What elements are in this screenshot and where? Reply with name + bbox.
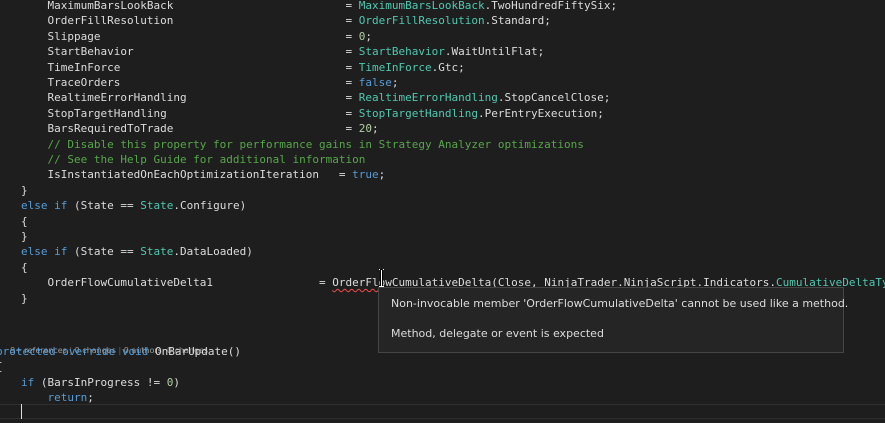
code-token: if <box>21 376 35 389</box>
code-token: = <box>120 60 359 74</box>
code-token: = <box>120 76 359 89</box>
error-message: Non-invocable member 'OrderFlowCumulativ… <box>391 297 849 310</box>
code-token: ; <box>378 168 386 182</box>
code-token: ) <box>173 376 180 389</box>
code-token: (BarsInProgress != <box>34 376 167 389</box>
code-token: .PerEntryExecution; <box>477 106 604 120</box>
text-caret <box>21 404 22 419</box>
code-token: MaximumBarsLookBack <box>21 0 174 12</box>
code-token: ; <box>365 29 373 43</box>
code-line[interactable]: } <box>21 229 28 244</box>
ibeam-cursor-icon <box>378 268 386 288</box>
code-line[interactable]: else if (State == State.DataLoaded) <box>21 244 253 259</box>
code-token: ; <box>87 391 94 404</box>
code-token: (State == <box>67 199 141 213</box>
code-line[interactable]: RealtimeErrorHandling = RealtimeErrorHan… <box>21 90 610 105</box>
code-token: OrderFillResolution <box>358 14 485 28</box>
error-detail: Method, delegate or event is expected <box>391 327 604 340</box>
code-token: = <box>319 168 353 182</box>
code-line[interactable]: { <box>0 359 3 374</box>
code-token: TimeInForce <box>21 60 121 74</box>
code-token: } <box>21 230 28 243</box>
code-token: .DataLoaded) <box>173 245 253 259</box>
code-token: = <box>173 0 359 12</box>
code-token: State <box>140 245 174 259</box>
code-line[interactable]: MaximumBarsLookBack = MaximumBarsLookBac… <box>21 0 617 13</box>
code-token: StartBehavior <box>21 45 134 59</box>
code-line[interactable]: // See the Help Guide for additional inf… <box>21 152 365 167</box>
code-token: ; <box>372 122 379 136</box>
code-token: = <box>100 29 359 43</box>
code-line[interactable]: return; <box>21 390 94 405</box>
code-token: RealtimeErrorHandling <box>21 91 187 105</box>
code-token: StopTargetHandling <box>358 106 478 120</box>
code-token: = <box>166 106 359 120</box>
code-token: else if <box>21 245 68 259</box>
code-token: else if <box>21 199 68 213</box>
code-line[interactable]: } <box>21 291 28 306</box>
code-line[interactable]: { <box>21 260 28 275</box>
code-token: protected override void <box>0 345 149 358</box>
code-token: { <box>21 214 28 228</box>
code-line[interactable]: TraceOrders = false; <box>21 75 399 90</box>
code-line[interactable]: { <box>21 214 28 229</box>
code-token: } <box>21 291 28 305</box>
code-token: = <box>186 91 359 105</box>
code-token: RealtimeErrorHandling <box>358 91 498 105</box>
code-token: 20 <box>358 122 373 136</box>
code-token: = <box>133 45 359 59</box>
code-line[interactable]: else if (State == State.Configure) <box>21 198 246 213</box>
code-token: true <box>352 168 379 182</box>
code-token: IsInstantiatedOnEachOptimizationIteratio… <box>21 168 320 182</box>
code-token: } <box>21 183 28 197</box>
code-token: StopTargetHandling <box>21 106 167 120</box>
code-token: TraceOrders <box>21 76 121 89</box>
code-token: // Disable this property for performance… <box>21 137 584 151</box>
code-token: (State == <box>67 245 141 259</box>
code-token: false <box>358 76 392 89</box>
code-token: OrderFillResolution <box>21 14 174 28</box>
code-line[interactable]: Slippage = 0; <box>21 29 372 44</box>
code-token: // See the Help Guide for additional inf… <box>21 153 366 166</box>
code-token: .Standard; <box>484 14 551 28</box>
code-line[interactable]: TimeInForce = TimeInForce.Gtc; <box>21 60 465 75</box>
code-token: { <box>21 260 28 274</box>
code-line[interactable]: if (BarsInProgress != 0) <box>21 375 180 390</box>
code-line[interactable]: StopTargetHandling = StopTargetHandling.… <box>21 106 604 121</box>
code-editor[interactable]: MaximumBarsLookBack = MaximumBarsLookBac… <box>0 0 885 423</box>
code-token: State <box>140 199 174 213</box>
method-signature[interactable]: protected override void OnBarUpdate() <box>0 344 241 359</box>
code-token: MaximumBarsLookBack <box>358 0 485 12</box>
code-token: .WaitUntilFlat; <box>444 45 545 59</box>
code-token: BarsRequiredToTrade <box>21 122 174 136</box>
code-line[interactable]: // Disable this property for performance… <box>21 137 584 152</box>
error-tooltip: Non-invocable member 'OrderFlowCumulativ… <box>378 287 848 353</box>
code-token: OnBarUpdate() <box>148 345 242 358</box>
code-token: .StopCancelClose; <box>497 91 611 105</box>
code-token: Slippage <box>21 29 101 43</box>
code-token: StartBehavior <box>358 45 445 59</box>
code-line[interactable]: } <box>21 183 28 198</box>
code-token: ; <box>391 76 399 89</box>
code-token: .Gtc; <box>431 60 465 74</box>
code-line[interactable]: StartBehavior = StartBehavior.WaitUntilF… <box>21 44 544 59</box>
code-token: OrderFlowCumulativeDelta1 <box>21 276 214 290</box>
current-line-highlight <box>0 404 885 419</box>
code-line[interactable]: IsInstantiatedOnEachOptimizationIteratio… <box>21 167 385 182</box>
code-token: .TwoHundredFiftySix; <box>484 0 618 12</box>
code-line[interactable]: BarsRequiredToTrade = 20; <box>21 121 379 136</box>
code-token: = <box>173 122 359 136</box>
code-token: return <box>21 391 88 404</box>
code-token: { <box>0 360 3 373</box>
code-token: = <box>173 14 359 28</box>
code-line[interactable]: OrderFillResolution = OrderFillResolutio… <box>21 13 551 28</box>
code-token: .Configure) <box>173 199 247 213</box>
code-token: TimeInForce <box>358 60 432 74</box>
code-token: = <box>213 276 333 290</box>
